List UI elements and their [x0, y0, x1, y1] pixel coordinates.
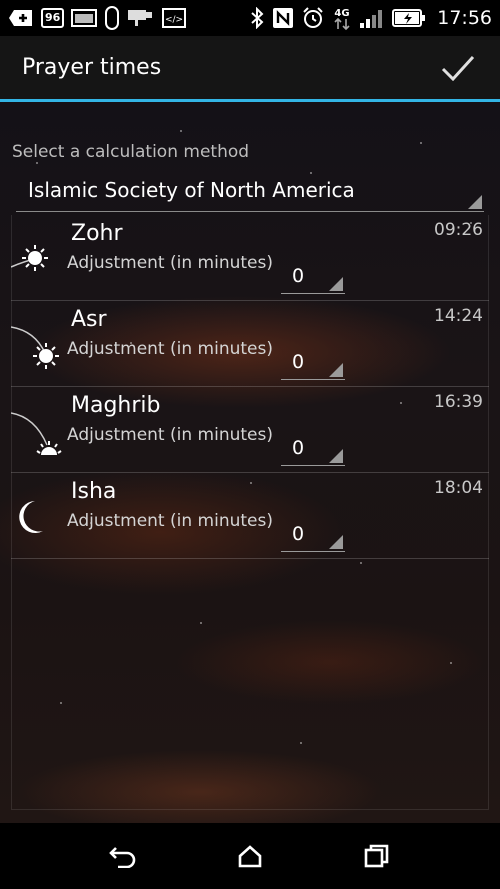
spinner-arrow-icon	[329, 277, 343, 291]
check-icon	[441, 55, 475, 81]
adjustment-label: Adjustment (in minutes)	[67, 339, 273, 359]
prayer-time: 14:24	[434, 306, 483, 326]
add-icon	[8, 6, 34, 30]
recents-button[interactable]	[347, 831, 407, 881]
calculation-method-label: Select a calculation method	[12, 142, 250, 162]
sun-low-icon	[10, 323, 67, 373]
svg-text:4G: 4G	[335, 8, 350, 19]
phone-icon	[104, 6, 120, 30]
cast-icon	[127, 6, 155, 30]
status-time: 17:56	[437, 7, 492, 29]
page-title: Prayer times	[22, 55, 162, 80]
calculation-method-dropdown[interactable]: Islamic Society of North America	[16, 170, 484, 212]
prayer-row-isha: Isha 18:04 Adjustment (in minutes) 0	[11, 473, 489, 559]
adjustment-spinner-zohr[interactable]: 0	[281, 259, 345, 294]
adjustment-label: Adjustment (in minutes)	[67, 253, 273, 273]
adjustment-spinner-asr[interactable]: 0	[281, 345, 345, 380]
bluetooth-icon	[249, 6, 265, 30]
calculation-method-value: Islamic Society of North America	[28, 178, 355, 202]
prayer-time: 16:39	[434, 392, 483, 412]
photo-icon	[71, 6, 98, 30]
battery-charging-icon	[392, 6, 426, 30]
recents-icon	[364, 844, 388, 868]
network-4g-icon: 4G	[332, 6, 352, 31]
prayer-name: Zohr	[71, 221, 123, 246]
home-icon	[238, 845, 262, 868]
prayer-name: Maghrib	[71, 393, 161, 418]
code-icon: </>	[162, 6, 187, 30]
nfc-icon	[272, 6, 294, 30]
adjustment-value: 0	[292, 437, 305, 459]
confirm-button[interactable]	[438, 48, 478, 88]
prayer-name: Isha	[71, 479, 117, 504]
spinner-arrow-icon	[329, 449, 343, 463]
sun-high-icon	[10, 237, 67, 287]
prayer-time: 09:26	[434, 220, 483, 240]
back-icon	[109, 847, 136, 868]
svg-text:</>: </>	[165, 15, 183, 25]
adjustment-label: Adjustment (in minutes)	[67, 425, 273, 445]
adjustment-value: 0	[292, 351, 305, 373]
spinner-arrow-icon	[329, 535, 343, 549]
sunset-icon	[10, 409, 67, 459]
adjustment-spinner-isha[interactable]: 0	[281, 517, 345, 552]
prayer-name: Asr	[71, 307, 107, 332]
adjustment-value: 0	[292, 523, 305, 545]
battery-saver-icon: 96	[41, 8, 65, 28]
alarm-icon	[301, 6, 325, 30]
prayer-time: 18:04	[434, 478, 483, 498]
prayer-row-maghrib: Maghrib 16:39 Adjustment (in minutes) 0	[10, 387, 489, 473]
navigation-bar	[0, 823, 500, 889]
dropdown-arrow-icon	[468, 195, 482, 209]
screen: 96 </> 4G 17:56 Prayer times Select a ca…	[0, 0, 500, 889]
home-button[interactable]	[220, 831, 280, 881]
action-bar: Prayer times	[0, 36, 500, 99]
adjustment-spinner-maghrib[interactable]: 0	[281, 431, 345, 466]
adjustment-label: Adjustment (in minutes)	[67, 511, 273, 531]
moon-icon	[11, 495, 67, 545]
signal-icon	[359, 6, 385, 30]
prayer-row-asr: Asr 14:24 Adjustment (in minutes) 0	[10, 301, 489, 387]
adjustment-value: 0	[292, 265, 305, 287]
prayer-row-zohr: Zohr 09:26 Adjustment (in minutes) 0	[10, 215, 489, 301]
status-bar: 96 </> 4G 17:56	[0, 0, 500, 36]
spinner-arrow-icon	[329, 363, 343, 377]
back-button[interactable]	[93, 831, 153, 881]
